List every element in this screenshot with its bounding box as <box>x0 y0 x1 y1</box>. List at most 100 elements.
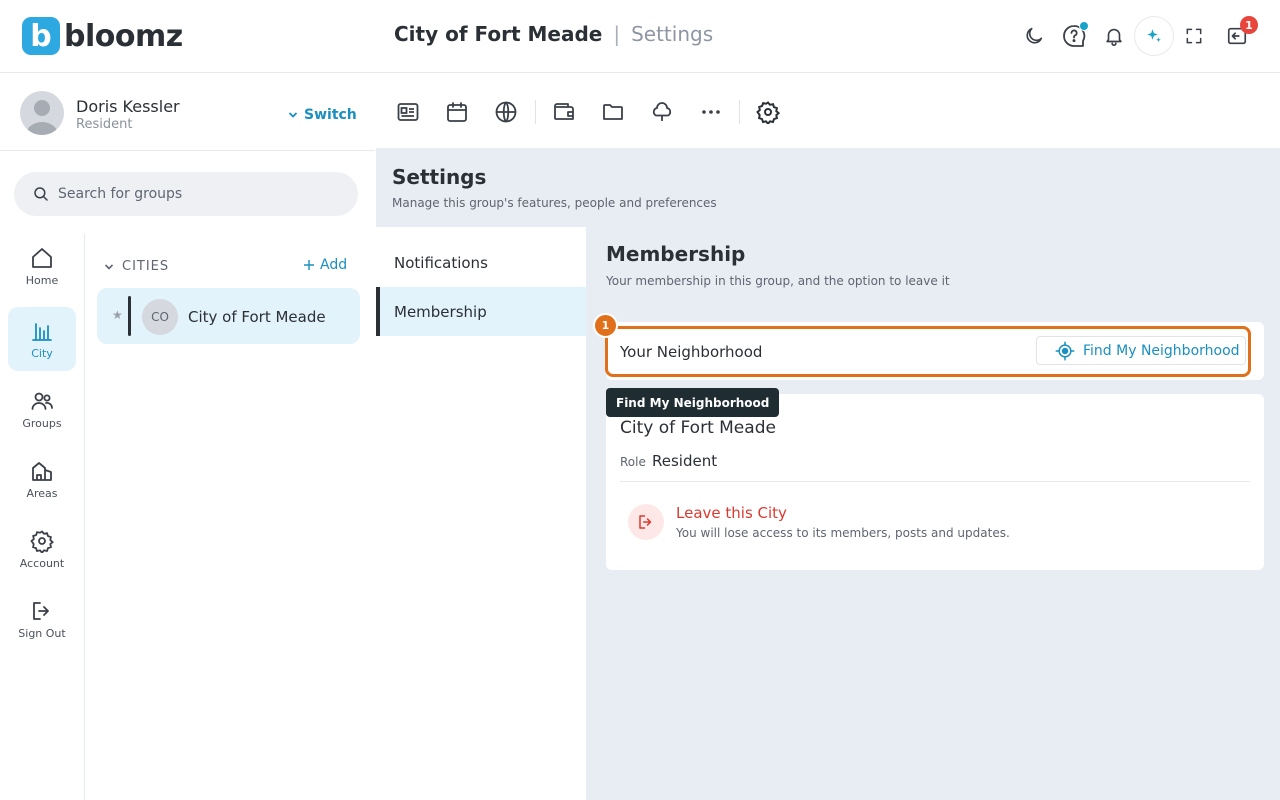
city-name: City of Fort Meade <box>620 418 776 438</box>
user-role: Resident <box>76 117 133 132</box>
nav-label: Groups <box>22 416 62 430</box>
fullscreen-icon <box>1186 28 1202 44</box>
active-indicator <box>128 296 131 336</box>
nav-label: Areas <box>26 486 58 500</box>
chevron-down-icon <box>288 112 298 118</box>
cities-section-toggle[interactable]: CITIES <box>104 259 169 274</box>
toolbar-calendar-button[interactable] <box>443 98 471 126</box>
plus-icon <box>304 260 314 270</box>
locate-icon <box>1055 341 1075 360</box>
switch-label: Switch <box>304 107 357 123</box>
help-indicator-dot <box>1079 21 1089 31</box>
ai-assistant-button[interactable] <box>1134 16 1174 56</box>
gear-icon <box>30 529 54 553</box>
dark-mode-toggle[interactable] <box>1020 22 1048 50</box>
toolbar-news-button[interactable] <box>394 98 422 126</box>
newspaper-icon <box>397 103 419 121</box>
nav-item-areas[interactable]: Areas <box>8 447 76 511</box>
nav-item-account[interactable]: Account <box>8 517 76 581</box>
group-list-item[interactable]: ★ CO City of Fort Meade <box>97 288 360 344</box>
home-icon <box>32 247 52 268</box>
toolbar-website-button[interactable] <box>492 98 520 126</box>
top-header: b bloomz City of Fort Meade | Settings 1 <box>0 0 1280 73</box>
settings-nav-notifications[interactable]: Notifications <box>376 238 586 287</box>
folder-icon <box>603 104 623 120</box>
leave-icon <box>639 515 652 529</box>
tree-icon <box>652 102 672 121</box>
leave-city-button[interactable] <box>628 504 664 540</box>
sign-out-icon <box>33 601 49 620</box>
nav-item-groups[interactable]: Groups <box>8 377 76 441</box>
nav-item-sign-out[interactable]: Sign Out <box>8 587 76 651</box>
leave-city-link[interactable]: Leave this City <box>676 504 787 522</box>
tooltip: Find My Neighborhood <box>606 388 780 417</box>
nav-item-city[interactable]: City <box>8 307 76 371</box>
divider <box>620 481 1250 482</box>
user-profile: Doris Kessler Resident Switch <box>0 74 375 151</box>
find-my-neighborhood-button[interactable]: Find My Neighborhood <box>1036 336 1246 365</box>
settings-title: Settings <box>392 165 487 189</box>
add-label: Add <box>320 257 348 273</box>
group-toolbar <box>376 74 1280 148</box>
toolbar-divider <box>535 100 536 124</box>
help-chat-button[interactable] <box>1060 21 1089 50</box>
city-chart-icon <box>32 322 52 341</box>
step-badge: 1 <box>593 313 618 338</box>
nav-label: Home <box>25 273 59 287</box>
toolbar-wallet-button[interactable] <box>550 98 578 126</box>
notification-badge: 1 <box>1240 16 1258 34</box>
notifications-button[interactable] <box>1100 22 1128 50</box>
membership-subtitle: Your membership in this group, and the o… <box>606 274 950 288</box>
settings-subtitle: Manage this group's features, people and… <box>392 196 717 210</box>
logo-text: bloomz <box>64 18 183 54</box>
toolbar-settings-button[interactable] <box>754 98 782 126</box>
buildings-icon <box>32 461 52 481</box>
nav-label: City <box>31 346 53 360</box>
header-group-title: City of Fort Meade <box>394 22 603 46</box>
toolbar-community-button[interactable] <box>648 98 676 126</box>
settings-nav: Notifications Membership <box>376 227 586 800</box>
more-horizontal-icon <box>702 110 720 114</box>
person-icon <box>26 100 58 135</box>
toolbar-divider <box>739 100 740 124</box>
moon-icon <box>1026 27 1043 44</box>
search-icon <box>34 187 48 201</box>
group-avatar: CO <box>142 299 178 335</box>
cities-label: CITIES <box>122 259 170 274</box>
switch-user-button[interactable]: Switch <box>288 107 357 123</box>
star-icon[interactable]: ★ <box>112 308 123 322</box>
nav-label: Account <box>19 556 65 570</box>
toolbar-more-button[interactable] <box>697 98 725 126</box>
page-title: City of Fort Meade | Settings <box>394 22 713 46</box>
header-section: Settings <box>631 22 714 46</box>
nav-label: Sign Out <box>18 626 66 640</box>
globe-icon <box>495 101 517 123</box>
avatar[interactable] <box>20 91 64 135</box>
toolbar-files-button[interactable] <box>599 98 627 126</box>
settings-content: Settings Manage this group's features, p… <box>376 148 1280 800</box>
user-name: Doris Kessler <box>76 97 180 116</box>
group-search[interactable] <box>14 172 358 216</box>
bell-icon <box>1106 28 1122 46</box>
membership-title: Membership <box>606 242 746 266</box>
people-icon <box>31 392 53 410</box>
search-input[interactable] <box>58 186 338 202</box>
leave-city-description: You will lose access to its members, pos… <box>676 526 1010 540</box>
gear-icon <box>756 101 780 124</box>
nav-item-home[interactable]: Home <box>8 234 76 298</box>
fullscreen-button[interactable] <box>1180 22 1208 50</box>
membership-city-card: City of Fort Meade Role Resident Leave t… <box>606 394 1264 570</box>
sparkle-icon <box>1147 29 1161 42</box>
bloomz-logo[interactable]: b bloomz <box>22 17 183 55</box>
find-button-label: Find My Neighborhood <box>1083 342 1240 359</box>
add-city-button[interactable]: Add <box>304 257 347 273</box>
group-name: City of Fort Meade <box>188 308 326 326</box>
chevron-down-icon <box>104 263 114 270</box>
header-separator: | <box>613 22 621 46</box>
settings-nav-membership[interactable]: Membership <box>376 287 586 336</box>
role-label: Role <box>620 455 646 469</box>
logo-mark: b <box>22 17 60 55</box>
groups-panel: CITIES Add ★ CO City of Fort Meade <box>86 234 375 800</box>
left-navigation: Home City Groups Areas Account Sign Out <box>0 234 85 800</box>
neighborhood-label: Your Neighborhood <box>620 343 763 361</box>
